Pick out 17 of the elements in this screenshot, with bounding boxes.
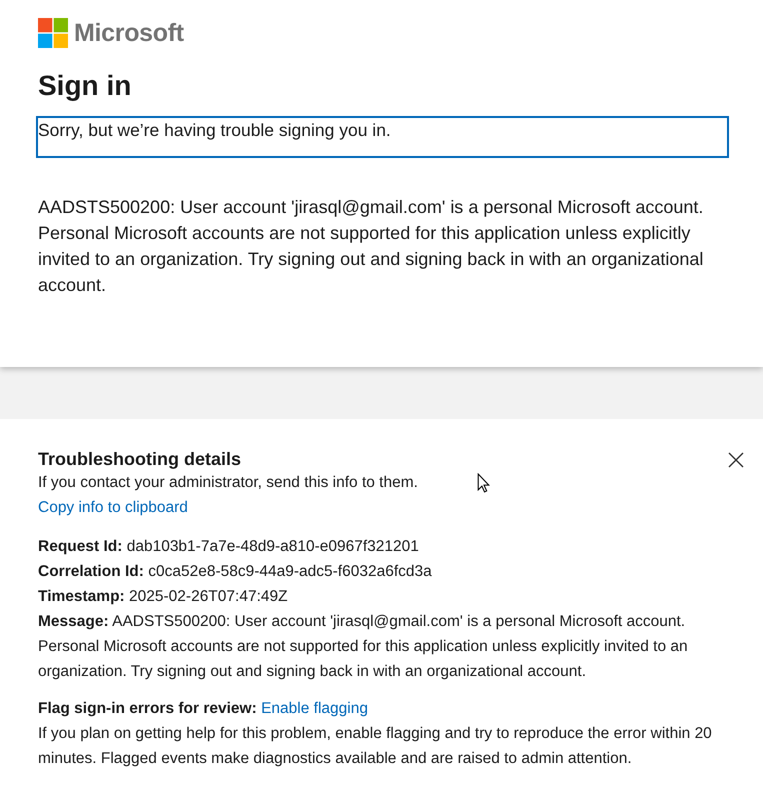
enable-flagging-link[interactable]: Enable flagging (261, 700, 368, 717)
logo-text: Microsoft (74, 18, 184, 48)
detail-field: Request Id: dab103b1-7a7e-48d9-a810-e0967f321201 (38, 534, 419, 559)
details-title: Troubleshooting details (38, 449, 242, 470)
detail-field: Message: AADSTS500200: User account 'jirasql@gmail.com' is a personal Microsoft account. Personal Microsoft accounts are not supported for this application unless explicitly invited to an organization. Try signing out and signing back in with an organizational account. (38, 609, 733, 684)
page-title: Sign in (38, 70, 132, 102)
detail-field: Timestamp: 2025-02-26T07:47:49Z (38, 584, 288, 609)
flag-note: If you plan on getting help for this problem, enable flagging and try to reproduce the error within 20 minutes. Flagged events make diagnostics available and are raised to admin attention. (38, 724, 713, 769)
error-message: AADSTS500200: User account 'jirasql@gmail.com' is a personal Microsoft account. Personal Microsoft accounts are not supported for this application unless explicitly invited to an organization. Try signing out and signing back in with an organizational account. (38, 196, 704, 297)
logo-icon (38, 18, 68, 48)
copy-link[interactable]: Copy info to clipboard (38, 495, 188, 520)
detail-field: Correlation Id: c0ca52e8-58c9-44a9-adc5-f6032a6fcd3a (38, 559, 432, 584)
cursor-icon (477, 473, 490, 493)
error-box: Sorry, but we’re having trouble signing you in. (36, 116, 729, 158)
details-subtitle: If you contact your administrator, send this info to them. (38, 473, 418, 493)
flag-line: Flag sign-in errors for review: Enable flagging (38, 699, 368, 719)
close-button[interactable] (727, 450, 745, 468)
